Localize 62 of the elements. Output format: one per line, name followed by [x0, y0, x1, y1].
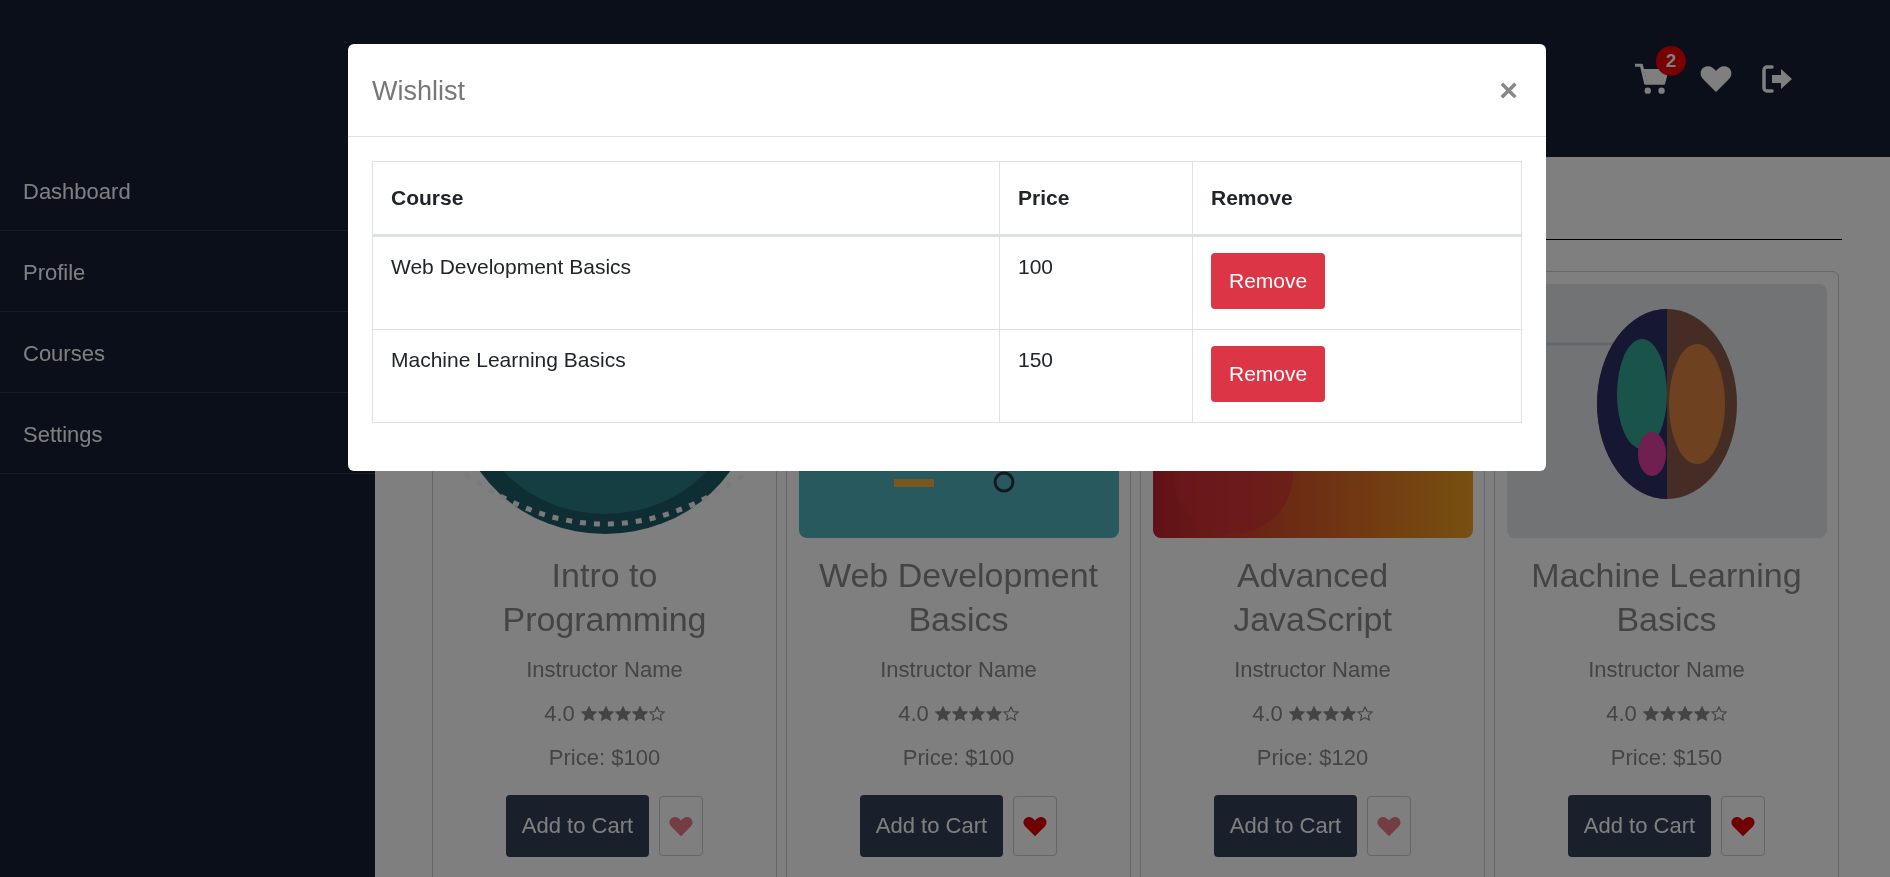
course-price: Price: $120 [1256, 744, 1369, 772]
wishlist-button[interactable] [659, 796, 704, 856]
star-icon [1322, 706, 1339, 722]
star-icon [580, 706, 597, 722]
heart-icon [669, 815, 694, 837]
wishlist-button[interactable] [1367, 796, 1412, 856]
star-icon [1693, 706, 1710, 722]
star-icon [1356, 706, 1373, 722]
star-icon [1659, 706, 1676, 722]
add-to-cart-button[interactable]: Add to Cart [1567, 795, 1712, 857]
course-title: Advanced JavaScript [1232, 555, 1393, 640]
heart-icon[interactable] [1700, 65, 1732, 93]
rating-value: 4.0 [898, 700, 929, 728]
star-icon [1676, 706, 1693, 722]
column-header: Price [999, 161, 1193, 236]
remove-button[interactable]: Remove [1211, 346, 1326, 402]
star-icon [1710, 706, 1727, 722]
course-title: Machine Learning Basics [1530, 555, 1803, 640]
star-icon [1305, 706, 1322, 722]
logout-icon[interactable] [1762, 65, 1794, 93]
add-to-cart-button[interactable]: Add to Cart [505, 795, 650, 857]
column-header: Remove [1192, 161, 1522, 236]
star-icon [968, 706, 985, 722]
add-to-cart-button[interactable]: Add to Cart [859, 795, 1004, 857]
star-icon [1002, 706, 1019, 722]
course-title: Web Development Basics [817, 555, 1100, 640]
course-price: Price: $100 [902, 744, 1015, 772]
add-to-cart-button[interactable]: Add to Cart [1213, 795, 1358, 857]
column-header: Course [372, 161, 1000, 236]
heart-icon [1023, 815, 1048, 837]
course-cell: Web Development Basics [372, 235, 1000, 330]
instructor-name: Instructor Name [526, 656, 683, 684]
course-price: Price: $150 [1610, 744, 1723, 772]
wishlist-button[interactable] [1721, 796, 1766, 856]
rating-value: 4.0 [544, 700, 575, 728]
remove-button[interactable]: Remove [1211, 253, 1326, 309]
cart-count-badge: 2 [1656, 46, 1686, 76]
heart-icon [1377, 815, 1402, 837]
star-icon [1288, 706, 1305, 722]
instructor-name: Instructor Name [1588, 656, 1745, 684]
instructor-name: Instructor Name [1234, 656, 1391, 684]
course-title: Intro to Programming [501, 555, 708, 640]
star-icon [614, 706, 631, 722]
course-price: Price: $100 [548, 744, 661, 772]
star-icon [1642, 706, 1659, 722]
star-icon [631, 706, 648, 722]
star-icon [934, 706, 951, 722]
rating-value: 4.0 [1606, 700, 1637, 728]
star-icon [597, 706, 614, 722]
star-icon [985, 706, 1002, 722]
dialog-title: Wishlist [372, 76, 465, 107]
heart-icon [1731, 815, 1756, 837]
star-icon [1339, 706, 1356, 722]
close-button[interactable]: × [1495, 71, 1522, 109]
star-icon [648, 706, 665, 722]
course-cell: Machine Learning Basics [372, 329, 1000, 423]
price-cell: 150 [999, 329, 1193, 423]
star-icon [951, 706, 968, 722]
wishlist-button[interactable] [1013, 796, 1058, 856]
instructor-name: Instructor Name [880, 656, 1037, 684]
rating-value: 4.0 [1252, 700, 1283, 728]
price-cell: 100 [999, 235, 1193, 330]
